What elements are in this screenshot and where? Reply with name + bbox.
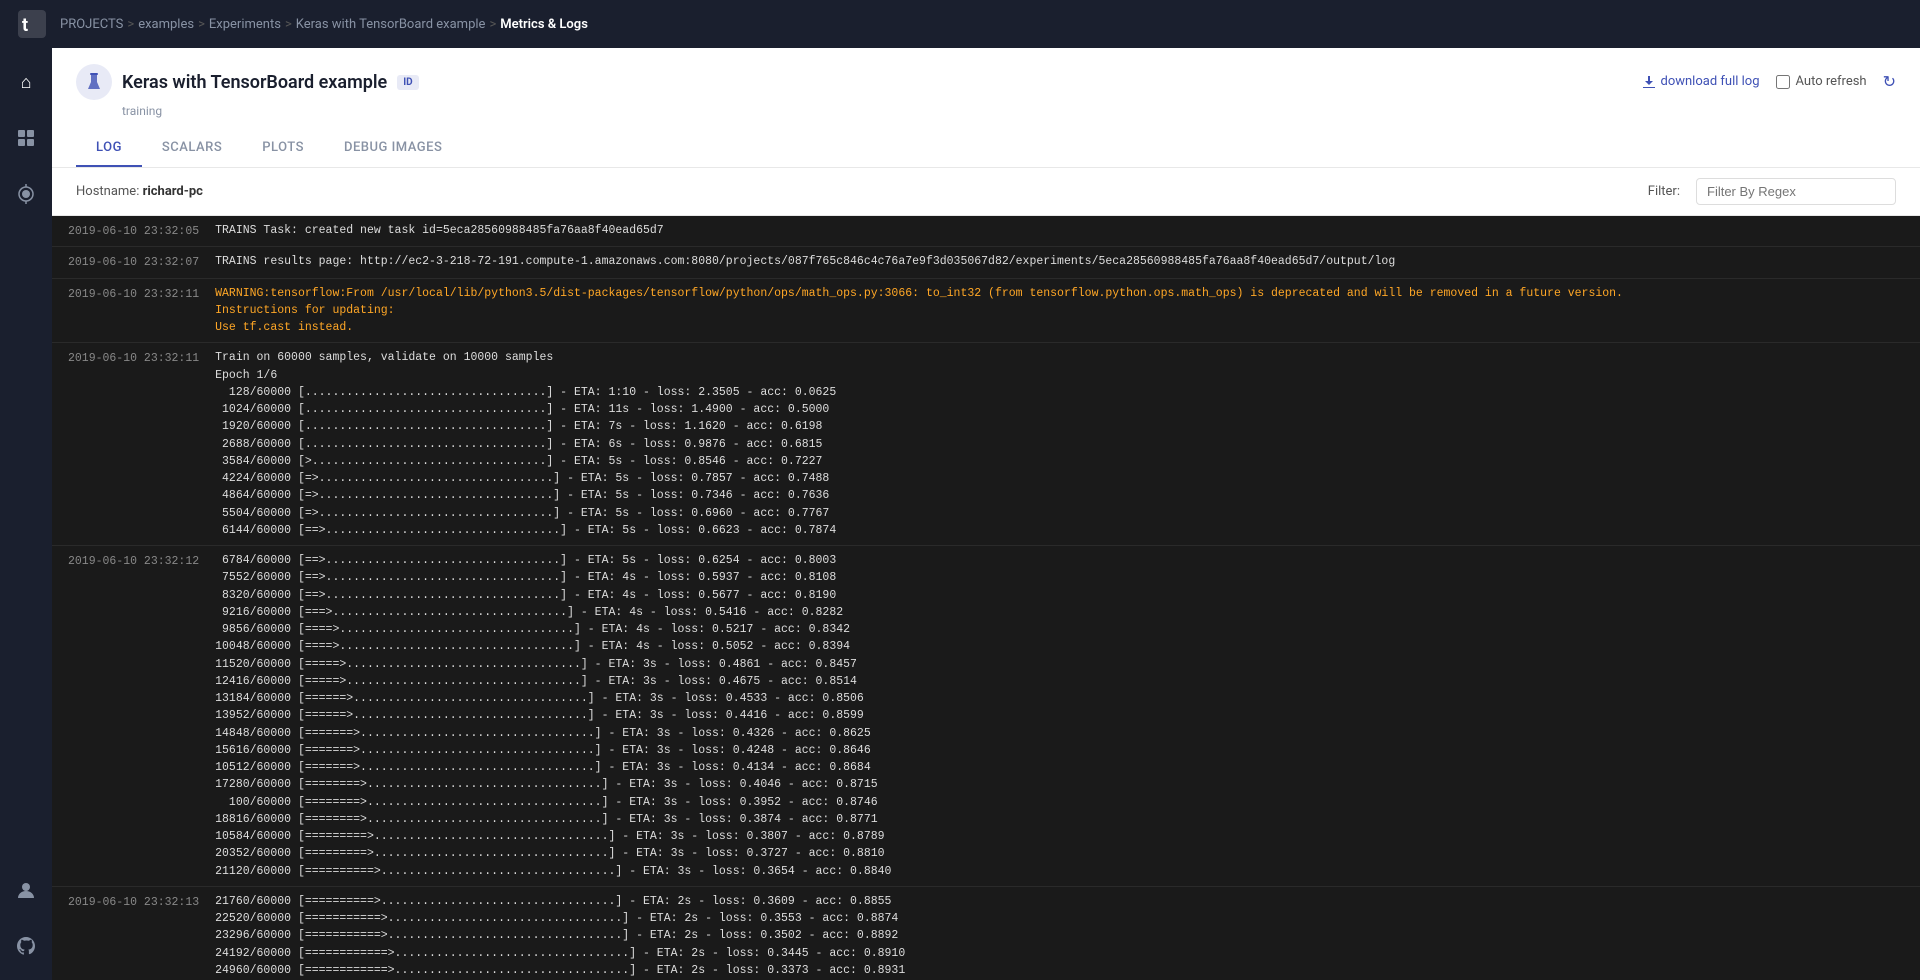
log-row: 2019-06-10 23:32:05 TRAINS Task: created…: [52, 216, 1920, 247]
log-row: 2019-06-10 23:32:11 WARNING:tensorflow:F…: [52, 279, 1920, 344]
experiment-icon: [76, 64, 112, 100]
log-message: 21760/60000 [==========>................…: [215, 893, 1920, 980]
app-logo[interactable]: t: [16, 8, 48, 40]
hostname-info: Hostname: richard-pc: [76, 184, 203, 199]
log-message: Train on 60000 samples, validate on 1000…: [215, 349, 1920, 539]
experiment-subtitle: training: [122, 104, 419, 118]
log-message: 6784/60000 [==>.........................…: [215, 552, 1920, 880]
tab-log[interactable]: LOG: [76, 130, 142, 167]
log-row: 2019-06-10 23:32:07 TRAINS results page:…: [52, 247, 1920, 278]
experiments-icon[interactable]: [8, 176, 44, 212]
log-message-warning: WARNING:tensorflow:From /usr/local/lib/p…: [215, 285, 1920, 337]
filter-label: Filter:: [1648, 184, 1680, 199]
log-message: TRAINS results page: http://ec2-3-218-72…: [215, 253, 1920, 271]
filter-regex-input[interactable]: [1696, 178, 1896, 205]
home-icon[interactable]: ⌂: [8, 64, 44, 100]
log-timestamp: 2019-06-10 23:32:13: [52, 893, 215, 980]
id-badge[interactable]: ID: [397, 75, 418, 90]
tab-plots[interactable]: PLOTS: [242, 130, 324, 167]
log-toolbar: Hostname: richard-pc Filter:: [52, 168, 1920, 216]
github-icon[interactable]: [8, 928, 44, 964]
user-icon[interactable]: [8, 872, 44, 908]
log-output: 2019-06-10 23:32:05 TRAINS Task: created…: [52, 216, 1920, 980]
dashboard-icon[interactable]: [8, 120, 44, 156]
tab-bar: LOG SCALARS PLOTS DEBUG IMAGES: [76, 130, 1896, 167]
tab-debug-images[interactable]: DEBUG IMAGES: [324, 130, 462, 167]
auto-refresh-checkbox-label[interactable]: Auto refresh: [1776, 74, 1867, 89]
page-header: Keras with TensorBoard example ID traini…: [52, 48, 1920, 168]
log-message: TRAINS Task: created new task id=5eca285…: [215, 222, 1920, 240]
auto-refresh-checkbox[interactable]: [1776, 75, 1790, 89]
tab-scalars[interactable]: SCALARS: [142, 130, 242, 167]
experiment-title: Keras with TensorBoard example: [122, 72, 387, 93]
top-navigation-bar: t PROJECTS > examples > Experiments > Ke…: [0, 0, 1920, 48]
sidebar: ⌂: [0, 48, 52, 980]
refresh-icon[interactable]: ↻: [1883, 72, 1896, 91]
log-timestamp: 2019-06-10 23:32:11: [52, 349, 215, 539]
log-row: 2019-06-10 23:32:11 Train on 60000 sampl…: [52, 343, 1920, 546]
svg-text:t: t: [22, 15, 28, 36]
log-row: 2019-06-10 23:32:12 6784/60000 [==>.....…: [52, 546, 1920, 887]
download-full-log-link[interactable]: download full log: [1642, 74, 1759, 89]
log-timestamp: 2019-06-10 23:32:11: [52, 285, 215, 337]
hostname-value: richard-pc: [143, 184, 203, 199]
breadcrumb: PROJECTS > examples > Experiments > Kera…: [60, 17, 588, 32]
log-timestamp: 2019-06-10 23:32:12: [52, 552, 215, 880]
main-content: Keras with TensorBoard example ID traini…: [52, 48, 1920, 980]
log-timestamp: 2019-06-10 23:32:05: [52, 222, 215, 240]
log-row: 2019-06-10 23:32:13 21760/60000 [=======…: [52, 887, 1920, 980]
log-timestamp: 2019-06-10 23:32:07: [52, 253, 215, 271]
